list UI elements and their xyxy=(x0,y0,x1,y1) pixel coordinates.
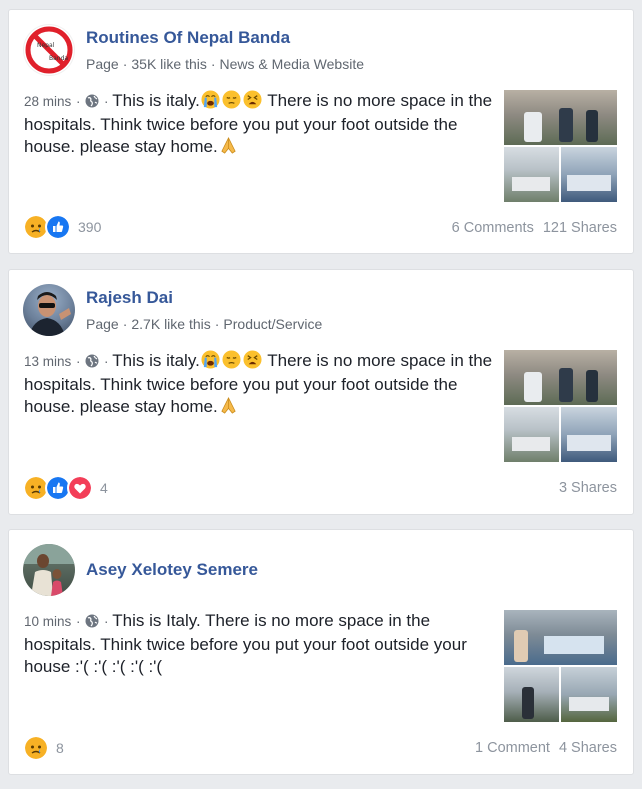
post-time[interactable]: 13 mins xyxy=(24,354,71,369)
shares-count[interactable]: 4 Shares xyxy=(559,740,617,756)
engagement-stats: 3 Shares xyxy=(559,480,617,496)
page-likes: 2.7K like this xyxy=(131,316,211,332)
reaction-count[interactable]: 4 xyxy=(100,480,108,496)
author-avatar[interactable] xyxy=(23,284,75,336)
reaction-count[interactable]: 8 xyxy=(56,740,64,756)
reactions-bar[interactable]: 8 xyxy=(23,735,64,761)
post-time[interactable]: 28 mins xyxy=(24,94,71,109)
globe-icon[interactable] xyxy=(85,94,99,108)
comments-count[interactable]: 6 Comments xyxy=(452,220,534,236)
reactions-bar[interactable]: 4 xyxy=(23,475,108,501)
engagement-stats: 1 Comment 4 Shares xyxy=(475,740,617,756)
shares-count[interactable]: 121 Shares xyxy=(543,220,617,236)
post-photo[interactable] xyxy=(561,667,617,722)
globe-icon[interactable] xyxy=(85,354,99,368)
post-photo[interactable] xyxy=(504,147,559,202)
svg-text:Nepal: Nepal xyxy=(37,42,55,49)
post-photo[interactable] xyxy=(561,147,617,202)
photo-grid xyxy=(504,610,617,722)
globe-icon[interactable] xyxy=(85,614,99,628)
post-photo[interactable] xyxy=(504,407,559,462)
post-photo[interactable] xyxy=(504,667,559,722)
post-time[interactable]: 10 mins xyxy=(24,614,71,629)
page-info: Page · 35K like this · News & Media Website xyxy=(86,56,364,72)
folded-hands-icon xyxy=(221,137,236,154)
reactions-bar[interactable]: 390 xyxy=(23,214,101,240)
page-info: Page · 2.7K like this · Product/Service xyxy=(86,316,323,332)
author-name[interactable]: Routines Of Nepal Banda xyxy=(86,28,290,48)
profile-photo-icon xyxy=(29,292,71,336)
post-card: Nepal Banda Routines Of Nepal Banda Page… xyxy=(8,9,634,254)
post-text: 10 mins · · This is Italy. There is no m… xyxy=(24,611,467,676)
loudly-crying-face-icon xyxy=(201,90,220,109)
author-name[interactable]: Asey Xelotey Semere xyxy=(86,560,258,580)
svg-text:Banda: Banda xyxy=(49,55,68,62)
comments-count[interactable]: 1 Comment xyxy=(475,740,550,756)
profile-photo-icon xyxy=(23,544,75,596)
page-likes: 35K like this xyxy=(131,56,207,72)
tired-face-icon xyxy=(243,90,262,109)
photo-grid xyxy=(504,90,617,202)
loudly-crying-face-icon xyxy=(201,350,220,369)
page-type: Page xyxy=(86,56,119,72)
post-photo[interactable] xyxy=(561,407,617,462)
sad-reaction-icon[interactable] xyxy=(23,735,49,761)
post-card: Rajesh Dai Page · 2.7K like this · Product/S… xyxy=(8,269,634,515)
like-reaction-icon[interactable] xyxy=(45,214,71,240)
pensive-face-icon xyxy=(222,90,241,109)
photo-grid xyxy=(504,350,617,462)
engagement-stats: 6 Comments 121 Shares xyxy=(452,220,617,236)
post-photo[interactable] xyxy=(504,90,617,145)
pensive-face-icon xyxy=(222,350,241,369)
tired-face-icon xyxy=(243,350,262,369)
page-category[interactable]: News & Media Website xyxy=(220,56,364,72)
author-avatar[interactable] xyxy=(23,544,75,596)
author-avatar[interactable]: Nepal Banda xyxy=(23,24,75,76)
post-text: 13 mins · · This is italy. There is no m… xyxy=(24,350,493,416)
post-photo[interactable] xyxy=(504,350,617,405)
reaction-count[interactable]: 390 xyxy=(78,219,101,235)
page-type: Page xyxy=(86,316,119,332)
shares-count[interactable]: 3 Shares xyxy=(559,480,617,496)
post-card: Asey Xelotey Semere 10 mins · · This is … xyxy=(8,529,634,775)
no-entry-logo-icon: Nepal Banda xyxy=(24,25,74,75)
love-reaction-icon[interactable] xyxy=(67,475,93,501)
post-text: 28 mins · · This is italy. There is no m… xyxy=(24,90,493,156)
post-photo[interactable] xyxy=(504,610,617,665)
folded-hands-icon xyxy=(221,397,236,414)
page-category[interactable]: Product/Service xyxy=(223,316,322,332)
author-name[interactable]: Rajesh Dai xyxy=(86,288,173,308)
